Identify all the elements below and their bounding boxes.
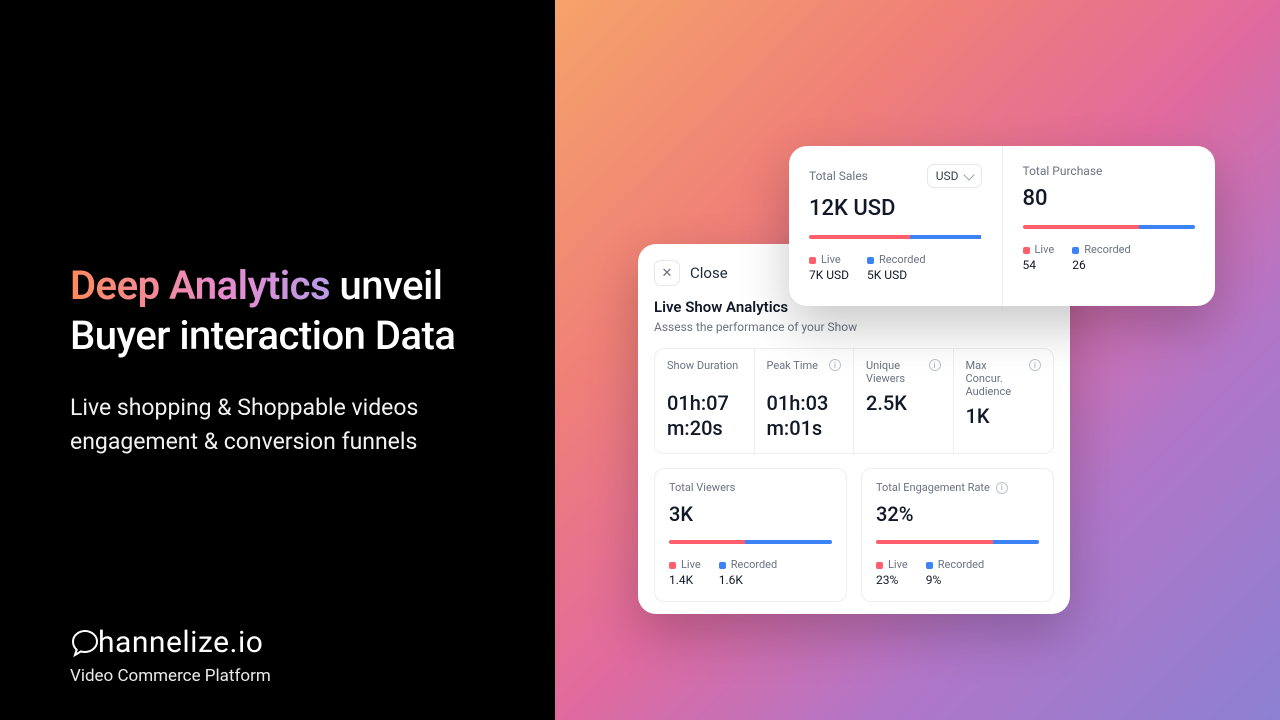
brand-tagline: Video Commerce Platform [70, 666, 271, 686]
card-total-sales: Total Sales USD 12K USD Live7K USD Recor… [789, 146, 1002, 306]
brand-logo: hannelize.io [70, 625, 271, 660]
panel-subtitle: Assess the performance of your Show [654, 320, 1054, 334]
metric-peak-time: Peak Timei 01h:03m:01s [755, 349, 855, 453]
marketing-panel: Deep Analytics unveil Buyer interaction … [0, 0, 555, 720]
info-icon[interactable]: i [1029, 359, 1041, 371]
metrics-row: Show Duration 01h:07m:20s Peak Timei 01h… [654, 348, 1054, 454]
card-total-viewers: Total Viewers 3K Live1.4K Recorded1.6K [654, 468, 847, 602]
headline: Deep Analytics unveil Buyer interaction … [70, 261, 485, 361]
bar-engagement-rate [876, 540, 1039, 544]
bar-total-viewers [669, 540, 832, 544]
brand-block: hannelize.io Video Commerce Platform [70, 625, 271, 686]
chat-bubble-c-icon [70, 628, 100, 658]
close-button[interactable]: ✕ [654, 260, 680, 286]
info-icon[interactable]: i [929, 359, 941, 371]
close-label: Close [690, 264, 728, 282]
info-icon[interactable]: i [996, 482, 1008, 494]
metric-unique-viewers: Unique Viewersi 2.5K [854, 349, 954, 453]
chevron-down-icon [963, 169, 974, 180]
metric-max-concurrent: Max Concur. Audiencei 1K [954, 349, 1054, 453]
currency-select[interactable]: USD [927, 164, 982, 188]
summary-card: Total Sales USD 12K USD Live7K USD Recor… [789, 146, 1215, 306]
bar-total-sales [809, 235, 982, 239]
card-engagement-rate: Total Engagement Rate i 32% Live23% Reco… [861, 468, 1054, 602]
headline-part2: Buyer interaction Data [70, 312, 455, 359]
metric-show-duration: Show Duration 01h:07m:20s [655, 349, 755, 453]
preview-area: ✕ Close Live Show Analytics Assess the p… [555, 0, 1280, 720]
headline-part1: unveil [330, 262, 442, 309]
bar-total-purchase [1023, 225, 1196, 229]
card-total-purchase: Total Purchase 80 Live54 Recorded26 [1002, 146, 1216, 306]
info-icon[interactable]: i [829, 359, 841, 371]
close-icon: ✕ [662, 267, 673, 280]
subheadline: Live shopping & Shoppable videos engagem… [70, 391, 485, 460]
headline-emphasis: Deep Analytics [70, 262, 330, 309]
